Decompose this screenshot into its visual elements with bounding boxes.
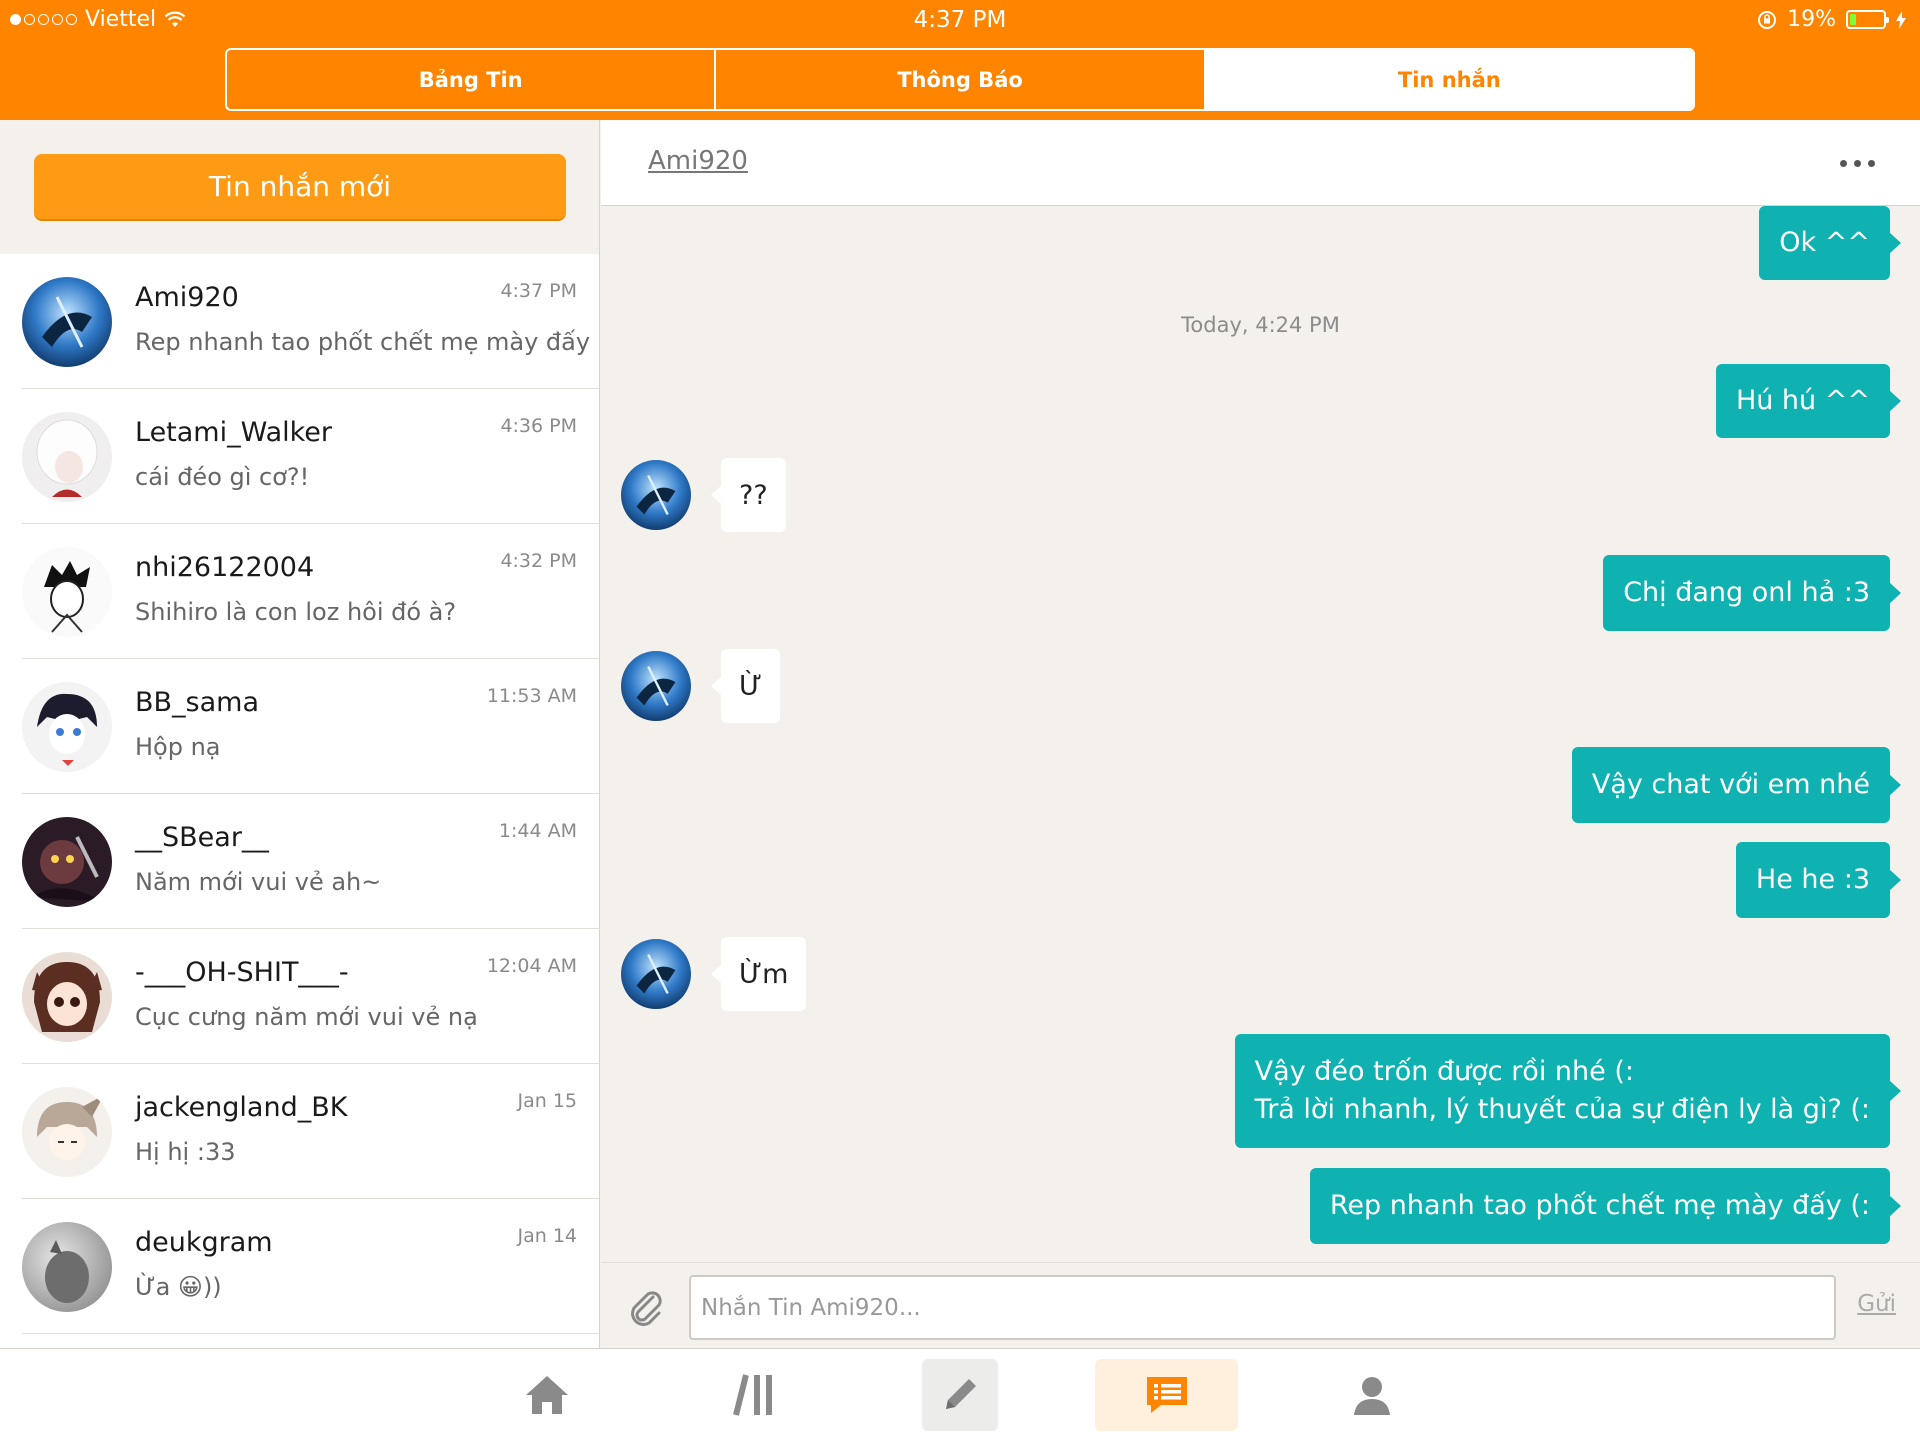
charging-icon bbox=[1896, 10, 1906, 29]
segment-control: Bảng Tin Thông Báo Tin nhắn bbox=[225, 48, 1695, 111]
more-options-icon[interactable] bbox=[1840, 160, 1875, 167]
message-incoming: Ừm bbox=[710, 937, 807, 1011]
message-outgoing-multiline: Vậy đéo trốn được rồi nhé (: Trả lời nha… bbox=[1234, 1034, 1902, 1148]
conversation-item[interactable]: deukgram Ừa 😀)) Jan 14 bbox=[22, 1199, 599, 1334]
message-line: Trả lời nhanh, lý thuyết của sự điện ly … bbox=[1254, 1094, 1870, 1125]
paperclip-icon[interactable] bbox=[623, 1285, 667, 1329]
library-icon bbox=[733, 1374, 772, 1416]
conversation-time: Jan 15 bbox=[517, 1090, 577, 1112]
status-right: 19% bbox=[1757, 7, 1906, 32]
chat-pane: Ami920 Ok ^^ Today, 4:24 PM Hú hú ^^ ?? … bbox=[601, 120, 1920, 1348]
tab-library[interactable] bbox=[714, 1359, 798, 1431]
status-time: 4:37 PM bbox=[913, 7, 1007, 33]
avatar bbox=[22, 952, 112, 1042]
conversation-preview: Shihiro là con loz hôi đó à? bbox=[135, 598, 457, 626]
conversation-name: Letami_Walker bbox=[135, 417, 333, 448]
conversation-name: -___OH-SHIT___- bbox=[135, 957, 349, 988]
conversation-item[interactable]: jackengland_BK Hị hị :33 Jan 15 bbox=[22, 1064, 599, 1199]
conversation-name: deukgram bbox=[135, 1227, 273, 1258]
chat-header: Ami920 bbox=[601, 120, 1920, 206]
conversation-item[interactable]: BB_sama Hộp nạ 11:53 AM bbox=[22, 659, 599, 794]
conversation-name: Ami920 bbox=[135, 282, 239, 313]
conversation-preview: Hị hị :33 bbox=[135, 1138, 236, 1166]
message-timestamp: Today, 4:24 PM bbox=[1181, 313, 1340, 337]
avatar bbox=[22, 547, 112, 637]
conversation-name: jackengland_BK bbox=[135, 1092, 348, 1123]
avatar bbox=[22, 1087, 112, 1177]
new-message-area: Tin nhắn mới bbox=[0, 120, 599, 254]
send-button[interactable]: Gửi bbox=[1857, 1291, 1896, 1317]
battery-icon bbox=[1846, 10, 1889, 29]
conversation-preview: Ừa 😀)) bbox=[135, 1273, 222, 1301]
message-incoming: ?? bbox=[711, 458, 786, 532]
home-icon bbox=[526, 1376, 568, 1414]
pencil-icon bbox=[946, 1379, 976, 1409]
profile-icon bbox=[1354, 1377, 1390, 1415]
message-outgoing: Rep nhanh tao phốt chết mẹ mày đấy (: bbox=[1309, 1168, 1902, 1244]
message-outgoing: Vậy chat với em nhé bbox=[1571, 747, 1902, 823]
conversation-name: BB_sama bbox=[135, 687, 260, 718]
conversation-preview: Năm mới vui vẻ ah~ bbox=[135, 868, 382, 896]
avatar bbox=[22, 277, 112, 367]
avatar bbox=[22, 412, 112, 502]
segment-messages[interactable]: Tin nhắn bbox=[1205, 50, 1693, 109]
new-message-button[interactable]: Tin nhắn mới bbox=[34, 154, 566, 221]
message-outgoing: Ok ^^ bbox=[1759, 206, 1901, 280]
conversation-preview: Hộp nạ bbox=[135, 733, 221, 761]
chat-title[interactable]: Ami920 bbox=[648, 146, 748, 176]
conversation-time: 11:53 AM bbox=[486, 685, 577, 707]
conversation-time: 4:36 PM bbox=[500, 415, 577, 437]
orientation-lock-icon bbox=[1758, 10, 1777, 29]
messages-icon bbox=[1146, 1377, 1187, 1413]
battery-percent: 19% bbox=[1787, 7, 1836, 32]
avatar bbox=[22, 817, 112, 907]
tab-home[interactable] bbox=[505, 1359, 589, 1431]
conversation-time: 4:32 PM bbox=[500, 550, 577, 572]
top-bar: Viettel 4:37 PM 19% Bảng Tin Thông Báo T… bbox=[0, 0, 1920, 120]
conversation-item[interactable]: nhi26122004 Shihiro là con loz hôi đó à?… bbox=[22, 524, 599, 659]
message-outgoing: Chị đang onl hả :3 bbox=[1603, 555, 1901, 631]
tab-profile[interactable] bbox=[1330, 1359, 1414, 1431]
conversation-preview: Cục cưng năm mới vui vẻ nạ bbox=[135, 1003, 478, 1031]
message-incoming: Ừ bbox=[710, 649, 781, 723]
message-outgoing: Hú hú ^^ bbox=[1715, 364, 1902, 438]
conversation-preview: cái đéo gì cơ?! bbox=[135, 463, 310, 491]
tab-compose[interactable] bbox=[922, 1359, 998, 1431]
avatar bbox=[22, 682, 112, 772]
conversation-item[interactable]: __SBear__ Năm mới vui vẻ ah~ 1:44 AM bbox=[22, 794, 599, 929]
message-outgoing: He he :3 bbox=[1735, 842, 1902, 918]
conversation-item[interactable]: -___OH-SHIT___- Cục cưng năm mới vui vẻ … bbox=[22, 929, 599, 1064]
message-line: Vậy đéo trốn được rồi nhé (: bbox=[1254, 1056, 1634, 1087]
tab-messages[interactable] bbox=[1095, 1359, 1238, 1431]
conversation-time: 1:44 AM bbox=[498, 820, 577, 842]
status-bar: Viettel 4:37 PM 19% bbox=[0, 0, 1920, 40]
conversation-name: __SBear__ bbox=[135, 822, 269, 853]
conversation-item[interactable]: Letami_Walker cái đéo gì cơ?! 4:36 PM bbox=[22, 389, 599, 524]
conversation-preview: Rep nhanh tao phốt chết mẹ mày đấy (: bbox=[135, 328, 600, 356]
bottom-tab-bar bbox=[0, 1348, 1920, 1440]
conversation-time: 12:04 AM bbox=[486, 955, 577, 977]
conversation-time: Jan 14 bbox=[517, 1225, 577, 1247]
message-input[interactable] bbox=[689, 1275, 1836, 1340]
segment-notifications[interactable]: Thông Báo bbox=[716, 50, 1206, 109]
sender-avatar[interactable] bbox=[621, 939, 691, 1009]
conversation-name: nhi26122004 bbox=[135, 552, 315, 583]
conversation-list-pane: Tin nhắn mới Ami920 Rep nhanh tao phốt c… bbox=[0, 120, 600, 1348]
sender-avatar[interactable] bbox=[621, 651, 691, 721]
sender-avatar[interactable] bbox=[621, 460, 691, 530]
message-thread[interactable]: Ok ^^ Today, 4:24 PM Hú hú ^^ ?? Chị đan… bbox=[601, 206, 1920, 1262]
avatar bbox=[22, 1222, 112, 1312]
message-composer: Gửi bbox=[601, 1262, 1920, 1348]
segment-feed[interactable]: Bảng Tin bbox=[227, 50, 717, 109]
conversation-item[interactable]: Ami920 Rep nhanh tao phốt chết mẹ mày đấ… bbox=[22, 254, 599, 389]
conversation-time: 4:37 PM bbox=[500, 280, 577, 302]
